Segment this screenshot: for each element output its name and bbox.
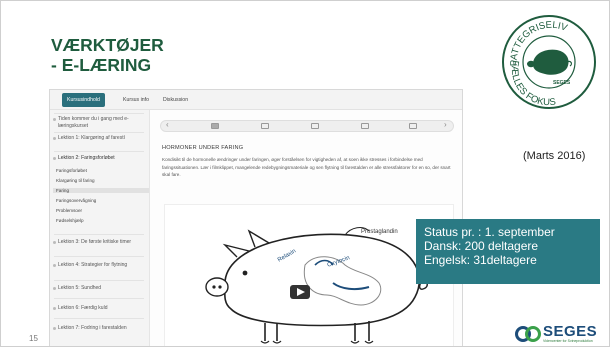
sidebar-subitem[interactable]: Fødselshjælp	[53, 218, 149, 223]
chevron-right-icon[interactable]: ›	[444, 120, 447, 129]
bullet-icon	[53, 137, 56, 140]
status-line-1: Status pr. : 1. september	[424, 225, 555, 239]
seges-tagline: Videncenter for Svineproduktion	[543, 339, 593, 343]
bullet-icon	[53, 241, 56, 244]
pattegriseliv-seal-logo: PATTEGRISELIV FÆLLES FOKUS SEGES	[502, 15, 596, 109]
unit-icon[interactable]	[409, 123, 417, 129]
sidebar-item-lesson-6[interactable]: Lektion 6: Færdig kuld	[58, 305, 142, 312]
pig-snout	[205, 277, 229, 297]
unit-icon[interactable]	[261, 123, 269, 129]
pig-eye	[242, 270, 248, 276]
video-player[interactable]: Prostaglandin Oxytocin Relaxin	[164, 204, 454, 346]
tab-course-info[interactable]: Kursus info	[118, 93, 154, 107]
hormone-path	[332, 282, 370, 291]
sidebar-item-intro[interactable]: Tiden kommer du i gang med e-læringskurs…	[58, 116, 142, 129]
chevron-left-icon[interactable]: ‹	[166, 120, 169, 129]
status-box: Status pr. : 1. september Dansk: 200 del…	[416, 219, 600, 284]
seges-wordmark: SEGES	[543, 323, 598, 340]
section-body: Kondisikt til de hormonelle ændringer un…	[162, 157, 451, 177]
seal-pig-snout	[527, 60, 535, 68]
sidebar-subitem[interactable]: Faringsforløbet	[53, 168, 149, 173]
pig-hooves	[260, 340, 374, 344]
sidebar-subitem[interactable]: Problemsoer	[53, 208, 149, 213]
bullet-icon	[53, 327, 56, 330]
status-line-danish: Dansk: 200 deltagere	[424, 239, 539, 253]
divider	[54, 298, 144, 299]
sidebar-item-lesson-3[interactable]: Lektion 3: De første kritiske timer	[58, 239, 142, 246]
bullet-icon	[53, 307, 56, 310]
pig-nostril	[212, 285, 216, 289]
seal-brand: SEGES	[553, 80, 571, 86]
slide: VÆRKTØJER - E-LÆRING Kursusindhold Kursu…	[0, 0, 610, 347]
divider	[54, 113, 144, 114]
pig-nostril	[218, 285, 222, 289]
date-note: (Marts 2016)	[523, 150, 586, 162]
sidebar-subitem-active[interactable]: Faring	[53, 188, 149, 193]
divider	[54, 234, 144, 235]
divider	[54, 256, 144, 257]
pig-illustration	[205, 227, 430, 344]
sidebar-subitem[interactable]: Faringsovervågning	[53, 198, 149, 203]
divider	[54, 280, 144, 281]
divider	[54, 151, 144, 152]
title-line-2: - E-LÆRING	[51, 55, 152, 75]
bullet-icon	[53, 157, 56, 160]
elearning-screenshot: Kursusindhold Kursus info Diskussion Tid…	[49, 89, 463, 346]
section-title: HORMONER UNDER FARING	[162, 145, 244, 151]
sidebar-item-lesson-5[interactable]: Lektion 5: Sundhed	[58, 285, 142, 292]
unit-icon[interactable]	[211, 123, 219, 129]
title-line-1: VÆRKTØJER	[51, 35, 164, 55]
bullet-icon	[53, 264, 56, 267]
lesson-nav-bar: ‹ ›	[160, 120, 454, 132]
bullet-icon	[53, 118, 56, 121]
sidebar-subitem[interactable]: Klargøring til faring	[53, 178, 149, 183]
sidebar-item-lesson-7[interactable]: Lektion 7: Fodring i farestalden	[58, 325, 142, 332]
pig-ear	[222, 243, 250, 258]
label-prostaglandin: Prostaglandin	[361, 229, 398, 235]
slide-number: 15	[29, 334, 38, 343]
pig-body	[223, 233, 420, 327]
unit-icon[interactable]	[311, 123, 319, 129]
tab-course-content[interactable]: Kursusindhold	[62, 93, 105, 107]
bullet-icon	[53, 287, 56, 290]
divider	[54, 132, 144, 133]
tab-discussion[interactable]: Diskussion	[158, 93, 193, 107]
unit-icon[interactable]	[361, 123, 369, 129]
sidebar-item-lesson-2[interactable]: Lektion 2: Faringsforløbet	[58, 155, 142, 162]
sidebar-item-lesson-4[interactable]: Lektion 4: Strategier for flytning	[58, 262, 142, 269]
divider	[54, 318, 144, 319]
seges-logo: SEGES Videncenter for Svineproduktion	[515, 323, 601, 345]
slide-title: VÆRKTØJER - E-LÆRING	[51, 35, 164, 75]
status-line-english: Engelsk: 31deltagere	[424, 253, 537, 267]
sidebar-item-lesson-1[interactable]: Lektion 1: Klargøring af farestí	[58, 135, 142, 142]
course-sidebar: Tiden kommer du i gang med e-læringskurs…	[50, 110, 150, 346]
seges-mark-icon	[515, 326, 541, 342]
course-tabs: Kursusindhold Kursus info Diskussion	[50, 90, 462, 110]
